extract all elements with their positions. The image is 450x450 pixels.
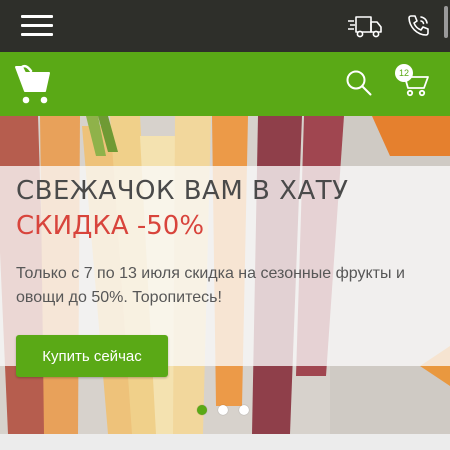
page-bottom — [0, 434, 450, 450]
hero-title: СВЕЖАЧОК ВАМ В ХАТУ — [16, 176, 349, 206]
phone-call-icon[interactable] — [406, 13, 432, 39]
nav-bar — [0, 52, 450, 116]
hero-description: Только с 7 по 13 июля скидка на сезонные… — [16, 265, 405, 306]
slider-dot-1[interactable] — [197, 405, 207, 415]
search-icon[interactable] — [344, 68, 374, 98]
cart-count-badge: 12 — [395, 64, 413, 82]
top-bar — [0, 0, 450, 52]
hamburger-menu-icon[interactable] — [21, 14, 53, 38]
hero-slider: СВЕЖАЧОК ВАМ В ХАТУ СКИДКА -50% Только с… — [0, 116, 450, 434]
shopping-cart-logo-icon[interactable] — [14, 64, 54, 106]
slider-dot-3[interactable] — [239, 405, 249, 415]
buy-now-button[interactable]: Купить сейчас — [16, 335, 168, 377]
scrollbar-thumb[interactable] — [444, 6, 448, 38]
hero-discount: СКИДКА -50% — [16, 211, 205, 241]
delivery-truck-icon[interactable] — [347, 13, 383, 39]
slider-dot-2[interactable] — [218, 405, 228, 415]
